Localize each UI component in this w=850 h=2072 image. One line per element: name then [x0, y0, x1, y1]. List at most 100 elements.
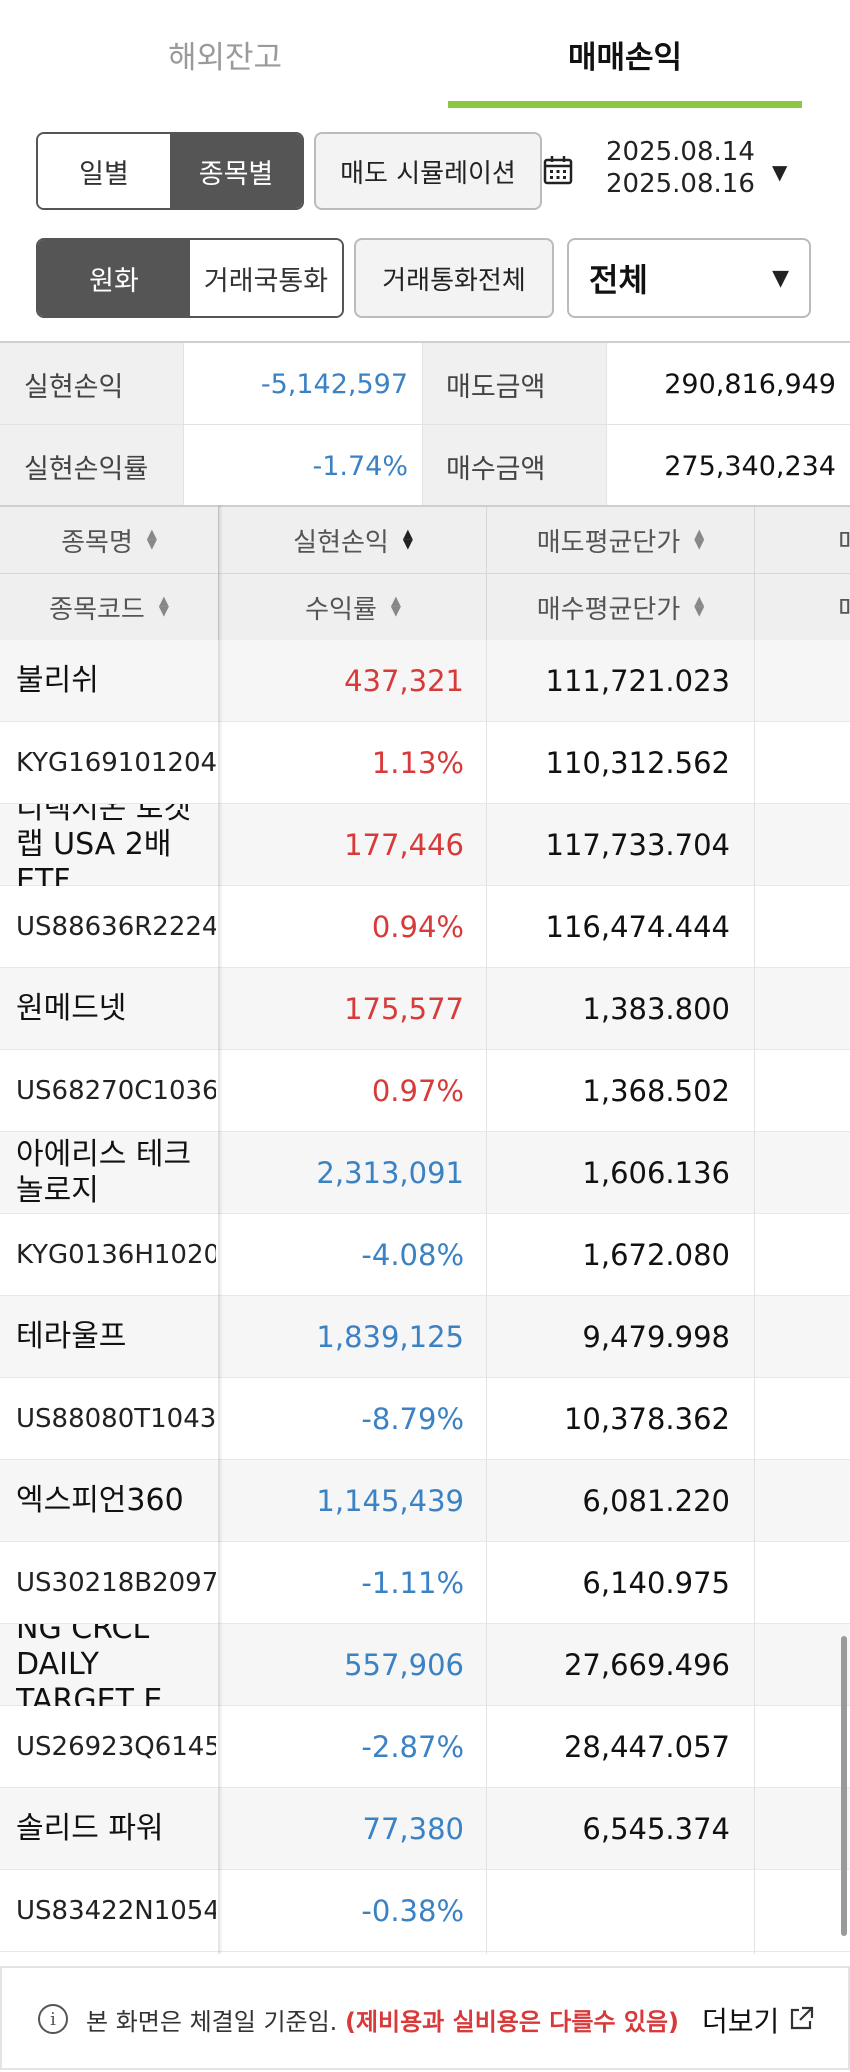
stock-code: US88080T1043	[16, 1404, 216, 1434]
buy-avg-price: 116,474.444	[545, 910, 731, 944]
table-header: 종목명▲▼ 실현손익▲▼ 매도평균단가▲▼ 매 종목코드▲▼ 수익률▲▼ 매수평…	[0, 505, 850, 642]
sort-icon: ▲ ▼	[158, 594, 169, 619]
filter-select-value: 전체	[589, 261, 648, 299]
return-rate: -2.87%	[361, 1730, 464, 1764]
stock-code: US68270C1036	[16, 1076, 216, 1106]
table-row[interactable]: 불리쉬 437,321 111,721.023	[0, 640, 850, 722]
view-toggle: 일별 종목별	[36, 132, 304, 210]
sell-avg-price: 9,479.998	[582, 1320, 730, 1354]
table-row[interactable]: US30218B2097 -1.11% 6,140.975	[0, 1542, 850, 1624]
table-row[interactable]: 솔리드 파워 77,380 6,545.374	[0, 1788, 850, 1870]
filter-dropdown-caret-icon: ▼	[772, 266, 789, 291]
currency-toggle: 원화 거래국통화	[36, 238, 344, 318]
calendar-icon[interactable]	[543, 155, 573, 185]
table-row[interactable]: KYG169101204 1.13% 110,312.562	[0, 722, 850, 804]
table-row[interactable]: 아에리스 테크놀로지 2,313,091 1,606.136	[0, 1132, 850, 1214]
sell-avg-price: 6,545.374	[582, 1812, 730, 1846]
realized-pl: 175,577	[344, 992, 464, 1026]
sort-icon: ▲ ▼	[390, 594, 401, 619]
header-clipped-column[interactable]: 매	[755, 574, 850, 640]
realized-pl: 1,839,125	[316, 1320, 464, 1354]
header-realized-pl[interactable]: 실현손익 ▲ ▼	[220, 507, 486, 573]
notice-text: 본 화면은 체결일 기준임. (제비용과 실비용은 다를수 있음)	[86, 2002, 679, 2037]
stock-name: 불리쉬	[16, 663, 99, 698]
table-row[interactable]: US68270C1036 0.97% 1,368.502	[0, 1050, 850, 1132]
date-to: 2025.08.16	[606, 169, 755, 199]
stock-code: US88636R2224	[16, 912, 216, 942]
table-row[interactable]: US83422N1054 -0.38%	[0, 1870, 850, 1952]
realized-pl: 2,313,091	[316, 1156, 464, 1190]
header-divider	[486, 507, 487, 642]
table-row[interactable]: 엑스피언360 1,145,439 6,081.220	[0, 1460, 850, 1542]
header-return-rate[interactable]: 수익률 ▲ ▼	[220, 574, 486, 640]
table-row[interactable]: 원메드넷 175,577 1,383.800	[0, 968, 850, 1050]
table-row[interactable]: US88636R2224 0.94% 116,474.444	[0, 886, 850, 968]
table-body: 불리쉬 437,321 111,721.023 KYG169101204 1.13% 11…	[0, 640, 850, 1954]
table-row[interactable]: 테라울프 1,839,125 9,479.998	[0, 1296, 850, 1378]
table-row[interactable]: NG CRCL DAILY TARGET E 557,906 27,669.496	[0, 1624, 850, 1706]
stock-code: US30218B2097	[16, 1568, 216, 1598]
sell-simulation-button[interactable]: 매도 시뮬레이션	[314, 132, 542, 210]
currency-local-button[interactable]: 거래국통화	[190, 240, 342, 316]
view-daily-button[interactable]: 일별	[38, 134, 170, 208]
sell-avg-price: 1,606.136	[582, 1156, 730, 1190]
stock-name: 디렉시온 로켓 랩 USA 2배 ETF	[16, 804, 192, 886]
realized-pl: 177,446	[344, 828, 464, 862]
table-row[interactable]: KYG0136H1020 -4.08% 1,672.080	[0, 1214, 850, 1296]
date-dropdown-caret-icon[interactable]: ▼	[772, 160, 787, 184]
more-link[interactable]: 더보기	[702, 2000, 779, 2040]
header-clipped-column[interactable]: 매	[755, 507, 850, 573]
buy-avg-price: 1,672.080	[582, 1238, 730, 1272]
buy-amount-value: 275,340,234	[664, 450, 836, 482]
realized-pl-value: -5,142,597	[260, 368, 408, 400]
buy-avg-price: 28,447.057	[563, 1730, 730, 1764]
summary-divider	[183, 343, 184, 507]
notice-main: 본 화면은 체결일 기준임.	[86, 2008, 338, 2036]
return-rate: 0.94%	[371, 910, 464, 944]
summary-divider	[422, 343, 423, 507]
sell-amount-label: 매도금액	[422, 343, 606, 425]
currency-krw-button[interactable]: 원화	[38, 240, 190, 316]
stock-name: NG CRCL DAILY TARGET E	[16, 1624, 163, 1706]
buy-avg-price: 10,378.362	[563, 1402, 730, 1436]
tab-overseas-balance[interactable]: 해외잔고	[0, 0, 450, 108]
header-divider	[0, 573, 850, 574]
tab-trading-pl[interactable]: 매매손익	[448, 0, 802, 108]
header-stock-name[interactable]: 종목명 ▲ ▼	[0, 507, 218, 573]
table-row[interactable]: US88080T1043 -8.79% 10,378.362	[0, 1378, 850, 1460]
stock-code: KYG0136H1020	[16, 1240, 216, 1270]
summary-divider	[0, 424, 850, 425]
return-rate: -0.38%	[361, 1894, 464, 1928]
all-currency-button[interactable]: 거래통화전체	[354, 238, 554, 318]
buy-amount-label: 매수금액	[422, 425, 606, 507]
summary-divider	[606, 343, 607, 507]
sticky-column-shadow	[218, 505, 223, 1954]
realized-rate-value: -1.74%	[312, 450, 408, 482]
realized-pl-label: 실현손익	[0, 343, 183, 425]
header-stock-code[interactable]: 종목코드 ▲ ▼	[0, 574, 218, 640]
column-divider	[754, 640, 755, 1954]
view-by-stock-button[interactable]: 종목별	[170, 134, 302, 208]
stock-name: 아에리스 테크놀로지	[16, 1137, 192, 1208]
return-rate: -8.79%	[361, 1402, 464, 1436]
filter-select[interactable]: 전체 ▼	[567, 238, 811, 318]
header-divider	[754, 507, 755, 642]
sort-icon: ▲ ▼	[146, 527, 157, 552]
sell-avg-price: 1,383.800	[582, 992, 730, 1026]
table-row[interactable]: US26923Q6145 -2.87% 28,447.057	[0, 1706, 850, 1788]
header-buy-avg-price[interactable]: 매수평균단가 ▲ ▼	[487, 574, 754, 640]
table-row[interactable]: 디렉시온 로켓 랩 USA 2배 ETF 177,446 117,733.704	[0, 804, 850, 886]
sort-icon: ▲ ▼	[402, 527, 413, 552]
external-link-icon[interactable]	[788, 2006, 814, 2032]
buy-avg-price: 110,312.562	[545, 746, 731, 780]
scrollbar[interactable]	[841, 1636, 847, 1936]
sell-avg-price: 117,733.704	[545, 828, 731, 862]
buy-avg-price	[487, 1870, 730, 1952]
date-range[interactable]: 2025.08.14 2025.08.16	[606, 136, 755, 200]
summary-panel: 실현손익 -5,142,597 매도금액 290,816,949 실현손익률 -…	[0, 341, 850, 507]
header-sell-avg-price[interactable]: 매도평균단가 ▲ ▼	[487, 507, 754, 573]
realized-pl: 1,145,439	[316, 1484, 464, 1518]
top-tab-bar: 해외잔고 매매손익	[0, 0, 850, 110]
realized-pl: 437,321	[344, 664, 464, 698]
column-divider	[486, 640, 487, 1954]
